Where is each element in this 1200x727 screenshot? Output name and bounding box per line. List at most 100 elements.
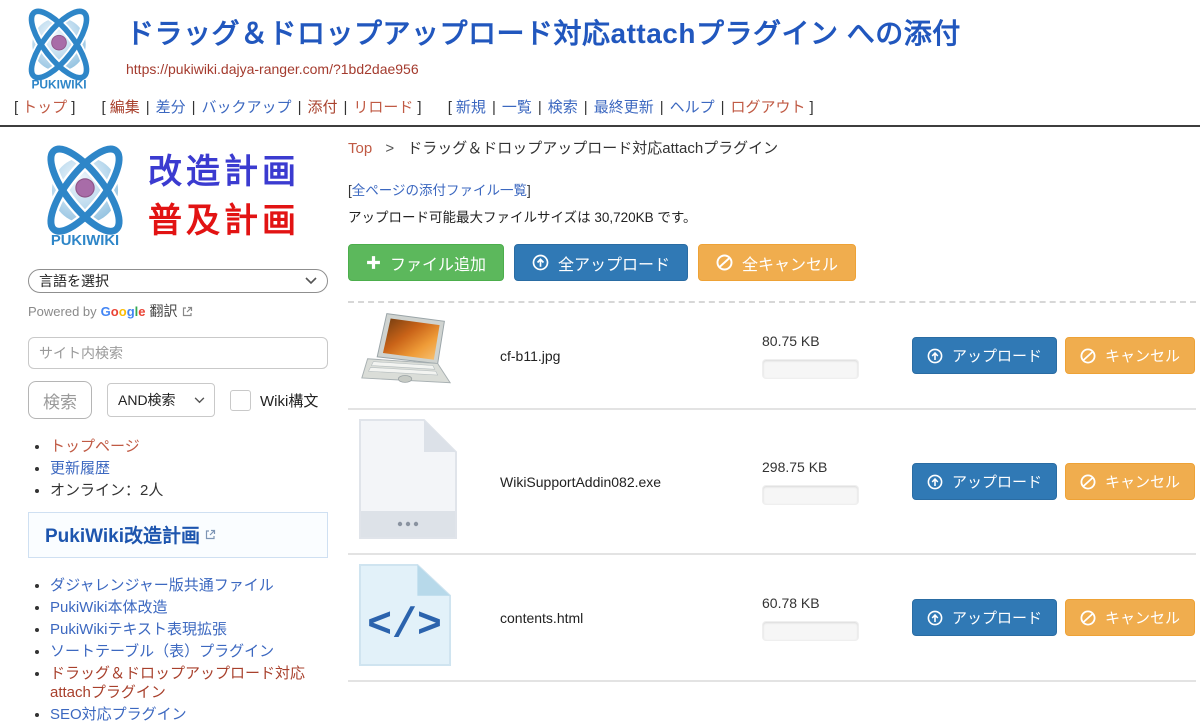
bracket: ]: [417, 99, 421, 116]
sidebar-logo-slogan: 改造計画 普及計画: [148, 148, 300, 247]
upload-progress-bar: [762, 621, 859, 641]
upload-all-button[interactable]: 全アップロード: [514, 244, 688, 281]
ban-icon: [1080, 610, 1096, 626]
sidebar-link-dnd-attach[interactable]: ドラッグ＆ドロップアップロード対応attachプラグイン: [50, 665, 305, 701]
file-thumbnail: </>: [348, 563, 500, 672]
nav-link-new[interactable]: 新規: [456, 99, 486, 116]
file-meta: 298.75 KB: [762, 459, 912, 505]
bracket: ]: [71, 99, 75, 116]
nav-link-top[interactable]: トップ: [22, 99, 67, 116]
nav-link-attach[interactable]: 添付: [307, 99, 337, 116]
file-actions: アップロード キャンセル: [912, 463, 1196, 500]
generic-file-icon: [358, 418, 458, 540]
upload-button[interactable]: アップロード: [912, 337, 1057, 374]
circle-arrow-up-icon: [927, 348, 943, 364]
sidebar: PUKIWIKI 改造計画 普及計画 言語を選択 Powered by Goog…: [0, 127, 332, 727]
chevron-down-icon: [305, 277, 317, 285]
list-item: SEO対応プラグイン: [50, 705, 332, 724]
language-select[interactable]: 言語を選択: [28, 269, 328, 293]
add-file-button[interactable]: ファイル追加: [348, 244, 504, 281]
section-heading-label: PukiWiki改造計画: [45, 521, 200, 548]
nav-group-site: [新規|一覧|検索|最終更新|ヘルプ|ログアウト]: [444, 99, 818, 116]
all-attachments-link[interactable]: 全ページの添付ファイル一覧: [352, 183, 527, 198]
nav-link-help[interactable]: ヘルプ: [670, 99, 715, 116]
cancel-button[interactable]: キャンセル: [1065, 337, 1195, 374]
circle-arrow-up-icon: [927, 474, 943, 490]
top-navbar: [トップ] [編集|差分|バックアップ|添付|リロード] [新規|一覧|検索|最…: [0, 94, 1200, 127]
site-search-input[interactable]: [28, 337, 328, 369]
sidebar-quick-links: トップページ 更新履歴 オンライン：2人: [28, 437, 332, 500]
nav-link-recent[interactable]: 最終更新: [594, 99, 654, 116]
nav-link-backup[interactable]: バックアップ: [202, 99, 292, 116]
bracket: ]: [527, 183, 531, 198]
file-row: </> contents.html 60.78 KB アップロード: [348, 555, 1196, 682]
list-item: トップページ: [50, 437, 332, 456]
bracket: ]: [810, 99, 814, 116]
google-translate-credit[interactable]: Powered by Google 翻訳: [28, 301, 332, 321]
list-item: ソートテーブル（表）プラグイン: [50, 642, 332, 661]
upload-button[interactable]: アップロード: [912, 599, 1057, 636]
pukiwiki-atom-icon: PUKIWIKI: [28, 139, 142, 255]
upload-label: アップロード: [952, 345, 1042, 366]
upload-progress-bar: [762, 485, 859, 505]
divider: |: [492, 99, 496, 116]
cancel-label: キャンセル: [1105, 607, 1180, 628]
add-file-label: ファイル追加: [390, 251, 486, 275]
google-logo: Google: [101, 304, 146, 319]
divider: |: [146, 99, 150, 116]
all-attachments-line: [全ページの添付ファイル一覧]: [348, 179, 1200, 199]
max-filesize-note: アップロード可能最大ファイルサイズは 30,720KB です。: [348, 206, 1200, 226]
file-actions: アップロード キャンセル: [912, 337, 1196, 374]
search-mode-select[interactable]: AND検索: [107, 383, 215, 417]
list-item: PukiWiki本体改造: [50, 598, 332, 617]
online-count: オンライン：2人: [50, 482, 163, 499]
circle-arrow-up-icon: [927, 610, 943, 626]
wiki-syntax-checkbox[interactable]: [230, 390, 251, 411]
file-size: 60.78 KB: [762, 595, 912, 611]
cancel-label: キャンセル: [1105, 345, 1180, 366]
file-name: WikiSupportAddin082.exe: [500, 474, 762, 490]
upload-button[interactable]: アップロード: [912, 463, 1057, 500]
cancel-button[interactable]: キャンセル: [1065, 463, 1195, 500]
sidebar-link-history[interactable]: 更新履歴: [50, 460, 110, 477]
sidebar-link-common-files[interactable]: ダジャレンジャー版共通ファイル: [50, 577, 274, 594]
sidebar-link-sorttable[interactable]: ソートテーブル（表）プラグイン: [50, 643, 274, 660]
breadcrumb-home-link[interactable]: Top: [348, 140, 372, 157]
plus-icon: [366, 255, 381, 270]
search-controls: 検索 AND検索 Wiki構文: [28, 381, 332, 419]
chevron-down-icon: [194, 397, 205, 404]
nav-link-list[interactable]: 一覧: [502, 99, 532, 116]
sidebar-link-seo[interactable]: SEO対応プラグイン: [50, 706, 187, 723]
file-name: contents.html: [500, 610, 762, 626]
code-glyph: </>: [367, 602, 442, 649]
list-item: 更新履歴: [50, 459, 332, 478]
breadcrumb-separator: >: [385, 140, 394, 157]
cancel-all-button[interactable]: 全キャンセル: [698, 244, 856, 281]
sidebar-link-toppage[interactable]: トップページ: [50, 438, 140, 455]
nav-link-diff[interactable]: 差分: [156, 99, 186, 116]
list-item: ダジャレンジャー版共通ファイル: [50, 576, 332, 595]
nav-link-search[interactable]: 検索: [548, 99, 578, 116]
bracket: [: [14, 99, 18, 116]
sidebar-section-heading[interactable]: PukiWiki改造計画: [28, 512, 328, 558]
page-header: PUKIWIKI ドラッグ＆ドロップアップロード対応attachプラグイン への…: [0, 0, 1200, 94]
file-thumbnail: [348, 311, 500, 400]
search-button[interactable]: 検索: [28, 381, 92, 419]
sidebar-logo[interactable]: PUKIWIKI 改造計画 普及計画: [28, 139, 332, 255]
pukiwiki-logo-icon[interactable]: PUKIWIKI: [12, 4, 106, 96]
divider: |: [343, 99, 347, 116]
file-size: 80.75 KB: [762, 333, 912, 349]
nav-link-logout[interactable]: ログアウト: [731, 99, 806, 116]
cancel-button[interactable]: キャンセル: [1065, 599, 1195, 636]
sidebar-link-core-mod[interactable]: PukiWiki本体改造: [50, 599, 168, 616]
file-meta: 80.75 KB: [762, 333, 912, 379]
powered-by-text: Powered by: [28, 304, 97, 319]
page-url-link[interactable]: https://pukiwiki.dajya-ranger.com/?1bd2d…: [126, 61, 961, 77]
file-thumbnail: [348, 418, 500, 545]
nav-link-edit[interactable]: 編集: [110, 99, 140, 116]
nav-link-reload[interactable]: リロード: [353, 99, 413, 116]
file-meta: 60.78 KB: [762, 595, 912, 641]
divider: |: [660, 99, 664, 116]
file-name: cf-b11.jpg: [500, 348, 762, 364]
external-link-icon: [205, 529, 216, 540]
